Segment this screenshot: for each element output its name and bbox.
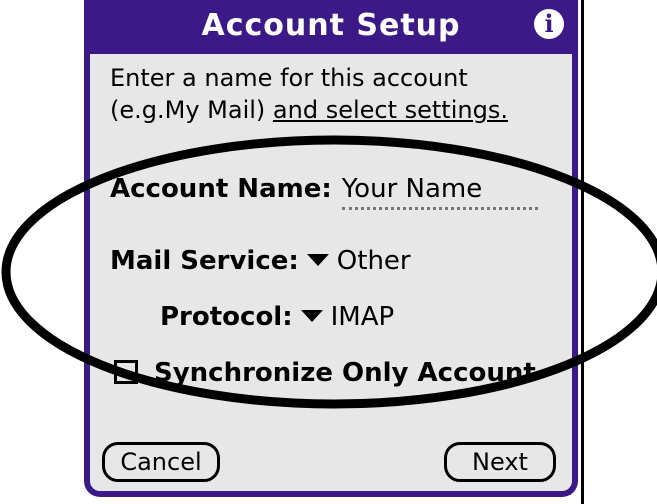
intro-line-2-underlined: and select settings. [272,96,508,124]
intro-line-2: (e.g.My Mail) and select settings. [110,94,570,126]
mail-service-select[interactable]: Other [337,246,411,276]
sync-label[interactable]: Synchronize Only Account [154,358,536,388]
intro-line-2-prefix: (e.g.My Mail) [110,96,273,124]
sync-row: Synchronize Only Account [114,358,536,388]
cancel-button[interactable]: Cancel [102,442,220,482]
protocol-row: Protocol: IMAP [160,302,394,332]
dropdown-arrow-icon[interactable] [306,254,329,266]
dialog-title: Account Setup [201,8,461,43]
intro-line-1: Enter a name for this account [110,64,468,92]
account-name-row: Account Name: Your Name [110,174,538,210]
next-button[interactable]: Next [444,442,556,482]
protocol-label: Protocol: [160,302,293,332]
screen-edge-line [581,0,584,504]
mail-service-label: Mail Service: [110,246,299,276]
account-name-field[interactable]: Your Name [341,174,538,210]
intro-text: Enter a name for this account (e.g.My Ma… [110,62,570,126]
account-name-label: Account Name: [110,174,332,204]
protocol-select[interactable]: IMAP [331,302,395,332]
sync-checkbox[interactable] [114,359,138,384]
account-setup-dialog: Account Setup i Enter a name for this ac… [84,0,578,497]
mail-service-row: Mail Service: Other [110,246,411,276]
title-bar: Account Setup i [84,0,578,54]
dropdown-arrow-icon[interactable] [300,310,323,322]
info-icon[interactable]: i [534,9,564,39]
